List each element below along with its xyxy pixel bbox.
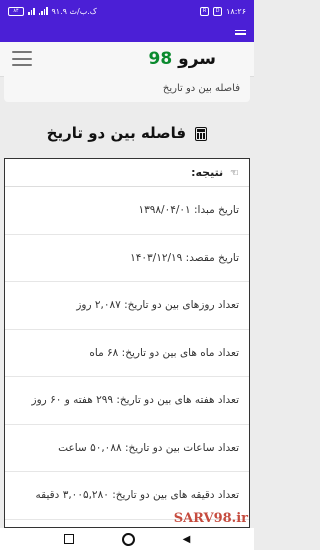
- logo-text: سرو: [178, 49, 216, 69]
- notification-icon-2: D: [213, 6, 223, 16]
- result-row-text: تعداد ماه های بین دو تاریخ: ۶۸ ماه: [89, 346, 239, 359]
- android-nav-bar: ◀: [0, 528, 254, 550]
- status-bar-right: R D ۱۸:۲۶: [200, 6, 246, 16]
- result-row-text: تعداد ساعات بین دو تاریخ: ۵۰,۰۸۸ ساعت: [58, 441, 239, 454]
- clock: ۱۸:۲۶: [226, 6, 246, 16]
- result-row-text: تاریخ مبدا: ۱۳۹۸/۰۴/۰۱: [138, 204, 239, 217]
- status-bar-left: ۸۴ ۹۱.۹ ک.ب/ث: [8, 6, 97, 16]
- menu-icon[interactable]: [235, 29, 246, 35]
- network-speed: ۹۱.۹ ک.ب/ث: [51, 6, 97, 16]
- site-logo[interactable]: سرو 98: [149, 49, 216, 69]
- wifi-signal-icon: [28, 7, 35, 15]
- result-row-text: تعداد دقیقه های بین دو تاریخ: ۳,۰۰۵,۲۸۰ …: [35, 489, 239, 502]
- result-row-text: تعداد روزهای بین دو تاریخ: ۲,۰۸۷ روز: [76, 299, 239, 312]
- result-heading-text: نتیجه:: [191, 166, 224, 179]
- logo-number: 98: [148, 49, 173, 69]
- breadcrumb-item[interactable]: فاصله بین دو تاریخ: [163, 83, 240, 94]
- result-heading: ☜ نتیجه:: [5, 159, 249, 187]
- result-row: تعداد ماه های بین دو تاریخ: ۶۸ ماه: [5, 330, 249, 377]
- back-button[interactable]: ◀: [183, 534, 191, 545]
- nav-toggle-button[interactable]: [12, 51, 32, 66]
- result-row: تعداد هفته های بین دو تاریخ: ۲۹۹ هفته و …: [5, 377, 249, 425]
- result-row: تاریخ مقصد: ۱۴۰۳/۱۲/۱۹: [5, 235, 249, 282]
- pointing-hand-icon: ☜: [230, 168, 239, 179]
- watermark: SARV98.ir: [173, 511, 248, 526]
- home-button[interactable]: [121, 532, 135, 546]
- result-row: تعداد روزهای بین دو تاریخ: ۲,۰۸۷ روز: [5, 282, 249, 330]
- result-row-text: تاریخ مقصد: ۱۴۰۳/۱۲/۱۹: [130, 251, 239, 264]
- breadcrumb: فاصله بین دو تاریخ: [4, 76, 250, 102]
- calculator-icon: [195, 126, 208, 141]
- result-row-text: تعداد هفته های بین دو تاریخ: ۲۹۹ هفته و …: [31, 394, 239, 407]
- notification-icon: R: [200, 6, 210, 16]
- result-card: ☜ نتیجه: تاریخ مبدا: ۱۳۹۸/۰۴/۰۱ تاریخ مق…: [4, 158, 250, 528]
- status-bar: ۸۴ ۹۱.۹ ک.ب/ث R D ۱۸:۲۶: [0, 0, 254, 22]
- page-title-text: فاصله بین دو تاریخ: [46, 124, 187, 142]
- page-title: فاصله بین دو تاریخ: [0, 124, 254, 142]
- battery-icon: ۸۴: [8, 6, 24, 16]
- browser-top-bar: [0, 22, 254, 42]
- site-header: سرو 98: [0, 42, 254, 77]
- result-row: تاریخ مبدا: ۱۳۹۸/۰۴/۰۱: [5, 187, 249, 235]
- recents-button[interactable]: [63, 534, 74, 544]
- result-row: تعداد ساعات بین دو تاریخ: ۵۰,۰۸۸ ساعت: [5, 425, 249, 472]
- cell-signal-icon: [38, 7, 48, 15]
